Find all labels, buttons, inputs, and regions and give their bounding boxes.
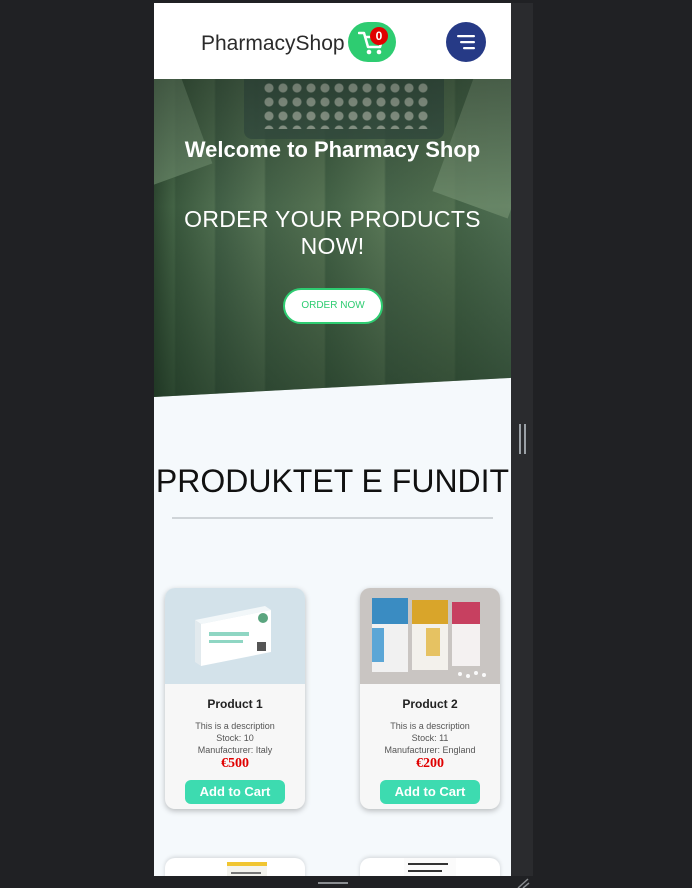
product-card[interactable] xyxy=(360,858,500,876)
navbar: PharmacyShop 0 xyxy=(154,3,511,79)
product-name[interactable]: Product 1 xyxy=(165,697,305,711)
product-card[interactable] xyxy=(165,858,305,876)
resize-handle[interactable] xyxy=(519,424,526,454)
product-stock: Stock: 10 xyxy=(216,733,254,743)
product-image xyxy=(165,588,305,684)
hero-banner: Welcome to Pharmacy Shop ORDER YOUR PROD… xyxy=(154,79,511,397)
menu-button[interactable] xyxy=(446,22,486,62)
order-now-button[interactable]: ORDER NOW xyxy=(283,288,383,324)
hero-subtitle: ORDER YOUR PRODUCTS NOW! xyxy=(184,206,481,259)
add-to-cart-button[interactable]: Add to Cart xyxy=(380,780,480,804)
product-name[interactable]: Product 2 xyxy=(360,697,500,711)
product-manufacturer: Manufacturer: England xyxy=(384,745,476,755)
product-image xyxy=(360,588,500,684)
cart-count-badge: 0 xyxy=(370,27,388,45)
section-divider xyxy=(172,517,493,519)
product-card[interactable]: Product 1 This is a description Stock: 1… xyxy=(165,588,305,809)
bottom-resize-handle[interactable] xyxy=(318,882,348,884)
product-image xyxy=(404,858,456,876)
product-price: €200 xyxy=(416,756,444,771)
add-to-cart-button[interactable]: Add to Cart xyxy=(185,780,285,804)
section-title: PRODUKTET E FUNDIT xyxy=(155,463,510,499)
product-stock: Stock: 11 xyxy=(411,733,449,743)
product-image xyxy=(227,862,267,876)
product-manufacturer: Manufacturer: Italy xyxy=(197,745,273,755)
hero-title: Welcome to Pharmacy Shop xyxy=(184,137,481,162)
cart-button[interactable]: 0 xyxy=(348,22,396,62)
menu-icon xyxy=(457,35,475,50)
corner-resize-grip-icon[interactable] xyxy=(516,878,530,888)
brand-name[interactable]: PharmacyShop xyxy=(201,32,345,56)
mobile-viewport: PharmacyShop 0 Welcome to Pharmacy Shop … xyxy=(154,3,511,876)
product-price: €500 xyxy=(221,756,249,771)
product-description: This is a description xyxy=(195,721,275,731)
product-card[interactable]: Product 2 This is a description Stock: 1… xyxy=(360,588,500,809)
product-description: This is a description xyxy=(390,721,470,731)
